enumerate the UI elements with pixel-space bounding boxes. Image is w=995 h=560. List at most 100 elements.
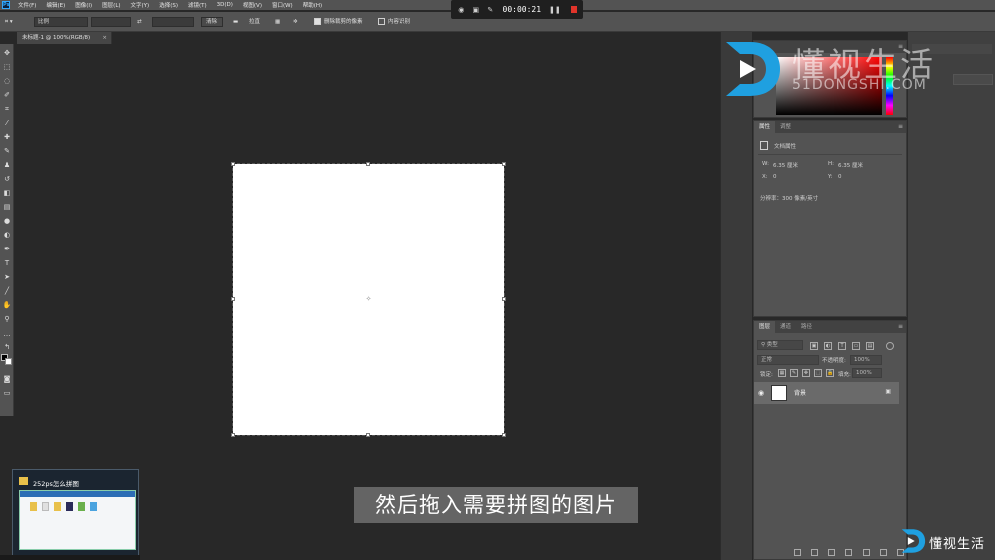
menu-image[interactable]: 图像(I) <box>75 1 92 9</box>
new-group-icon[interactable] <box>862 549 870 556</box>
pause-icon[interactable]: ❚❚ <box>549 5 561 15</box>
menu-edit[interactable]: 编辑(E) <box>46 1 65 9</box>
clone-stamp-tool-icon[interactable]: ♟ <box>2 160 12 170</box>
layer-kind-filter[interactable]: ⚲ 类型 <box>757 340 803 350</box>
type-tool-icon[interactable]: T <box>2 258 12 268</box>
pen-tool-icon[interactable]: ✒ <box>2 244 12 254</box>
x-value[interactable]: 0 <box>773 174 777 180</box>
swap-colors-icon[interactable]: ↰ <box>2 342 12 352</box>
crop-handle-right[interactable] <box>502 297 506 301</box>
filter-smart-object-icon[interactable]: ▤ <box>866 342 874 350</box>
fill-input[interactable]: 100% <box>852 368 882 378</box>
lock-pixels-icon[interactable]: ▦ <box>778 369 786 377</box>
tab-paths[interactable]: 路径 <box>796 321 817 333</box>
new-layer-icon[interactable] <box>879 549 887 556</box>
straighten-icon[interactable]: ▬ <box>233 17 238 27</box>
menu-layer[interactable]: 图层(L) <box>102 1 120 9</box>
blur-tool-icon[interactable]: ● <box>2 216 12 226</box>
menu-filter[interactable]: 滤镜(T) <box>188 1 207 9</box>
close-icon[interactable]: × <box>102 32 107 44</box>
eraser-tool-icon[interactable]: ◧ <box>2 188 12 198</box>
adjustment-layer-icon[interactable] <box>845 549 853 556</box>
add-mask-icon[interactable] <box>828 549 836 556</box>
background-color-swatch[interactable] <box>5 358 12 365</box>
shape-tool-icon[interactable]: ╱ <box>2 286 12 296</box>
content-aware-checkbox[interactable]: 内容识别 <box>378 17 410 27</box>
eye-icon[interactable]: ◉ <box>758 389 764 397</box>
y-value[interactable]: 0 <box>838 174 842 180</box>
menu-help[interactable]: 帮助(H) <box>303 1 322 9</box>
crop-handle-bottom-left[interactable] <box>231 433 235 437</box>
stop-record-button[interactable] <box>571 6 577 13</box>
gradient-tool-icon[interactable]: ▤ <box>2 202 12 212</box>
ratio-select[interactable]: 比例 <box>34 17 88 27</box>
crop-handle-bottom[interactable] <box>366 433 370 437</box>
taskbar-window-preview[interactable]: 252ps怎么拼图 <box>12 469 139 557</box>
crop-handle-bottom-right[interactable] <box>502 433 506 437</box>
lock-paint-icon[interactable]: ✎ <box>790 369 798 377</box>
lock-artboard-icon[interactable]: ⬚ <box>814 369 822 377</box>
move-tool-icon[interactable]: ✥ <box>2 48 12 58</box>
crop-tool-preset-icon[interactable]: ⌗ ▾ <box>5 17 13 27</box>
filter-shape-icon[interactable]: ▭ <box>852 342 860 350</box>
height-ratio-input[interactable] <box>152 17 194 27</box>
pen-icon[interactable]: ✎ <box>486 5 495 15</box>
hand-tool-icon[interactable]: ✋ <box>2 300 12 310</box>
tab-channels[interactable]: 通道 <box>775 321 796 333</box>
tab-layers[interactable]: 图层 <box>754 321 776 333</box>
camera-icon[interactable]: ▣ <box>472 5 481 15</box>
brush-tool-icon[interactable]: ✎ <box>2 146 12 156</box>
overlay-grid-icon[interactable]: ▦ <box>275 17 280 27</box>
healing-brush-tool-icon[interactable]: ✚ <box>2 132 12 142</box>
crop-handle-top[interactable] <box>366 162 370 166</box>
screen-mode-icon[interactable]: ▭ <box>2 388 12 398</box>
crop-tool-icon[interactable]: ⌗ <box>2 104 12 114</box>
lock-all-icon[interactable]: 🔒 <box>826 369 834 377</box>
lock-position-icon[interactable]: ✥ <box>802 369 810 377</box>
menu-file[interactable]: 文件(F) <box>18 1 36 9</box>
quick-mask-icon[interactable]: ◙ <box>2 374 12 384</box>
document-tab[interactable]: 未标题-1 @ 100%(RGB/8) × <box>17 32 112 44</box>
panel-menu-icon[interactable]: ≡ <box>898 121 903 133</box>
document-canvas[interactable]: ✧ <box>232 163 505 436</box>
gear-icon[interactable]: ✲ <box>293 17 298 27</box>
opacity-input[interactable]: 100% <box>850 355 882 365</box>
blend-mode-select[interactable]: 正常 <box>757 355 819 365</box>
height-value[interactable]: 6.35 厘米 <box>838 161 863 169</box>
filter-toggle-icon[interactable] <box>886 342 894 350</box>
delete-cropped-checkbox[interactable]: 删除裁剪的像素 <box>314 17 363 27</box>
zoom-tool-icon[interactable]: ⚲ <box>2 314 12 324</box>
filter-type-icon[interactable]: T <box>838 342 846 350</box>
tab-adjustments[interactable]: 调整 <box>775 121 796 133</box>
menu-view[interactable]: 视图(V) <box>243 1 262 9</box>
menu-window[interactable]: 窗口(W) <box>272 1 293 9</box>
fx-icon[interactable] <box>811 549 819 556</box>
crop-handle-left[interactable] <box>231 297 235 301</box>
tab-properties[interactable]: 属性 <box>754 121 776 133</box>
more-tools-icon[interactable]: … <box>2 329 12 339</box>
eye-icon[interactable]: ◉ <box>457 5 466 15</box>
clear-button[interactable]: 清除 <box>201 17 223 27</box>
menu-select[interactable]: 选择(S) <box>159 1 178 9</box>
panel-menu-icon[interactable]: ≡ <box>898 321 903 333</box>
filter-pixel-icon[interactable]: ▣ <box>810 342 818 350</box>
width-ratio-input[interactable] <box>91 17 131 27</box>
swap-icon[interactable]: ⇄ <box>137 17 142 27</box>
link-layers-icon[interactable] <box>794 549 801 556</box>
quick-select-tool-icon[interactable]: ✐ <box>2 90 12 100</box>
width-value[interactable]: 6.35 厘米 <box>773 161 798 169</box>
filter-adjustment-icon[interactable]: ◐ <box>824 342 832 350</box>
menu-type[interactable]: 文字(Y) <box>131 1 150 9</box>
collapsed-panel-field[interactable] <box>953 74 993 85</box>
crop-handle-top-left[interactable] <box>231 162 235 166</box>
straighten-label[interactable]: 拉直 <box>249 17 260 27</box>
lasso-tool-icon[interactable]: ◌ <box>2 76 12 86</box>
dodge-tool-icon[interactable]: ◐ <box>2 230 12 240</box>
eyedropper-tool-icon[interactable]: ⁄ <box>2 118 12 128</box>
menu-3d[interactable]: 3D(D) <box>217 2 233 8</box>
history-brush-tool-icon[interactable]: ↺ <box>2 174 12 184</box>
layer-row[interactable]: ◉ 背景 ▣ <box>754 382 899 404</box>
path-select-tool-icon[interactable]: ➤ <box>2 272 12 282</box>
crop-handle-top-right[interactable] <box>502 162 506 166</box>
marquee-tool-icon[interactable]: ⬚ <box>2 62 12 72</box>
